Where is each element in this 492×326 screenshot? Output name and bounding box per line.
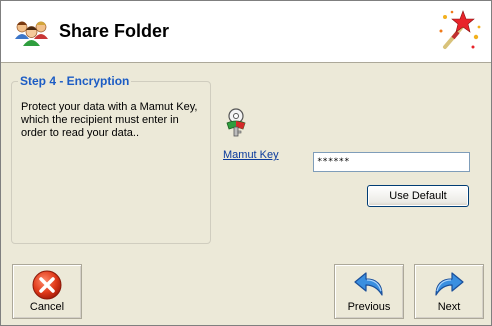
- key-icon: [222, 107, 250, 137]
- wizard-header: Share Folder: [1, 1, 491, 63]
- next-button[interactable]: Next: [414, 264, 484, 319]
- page-title: Share Folder: [59, 21, 170, 41]
- magic-wand-icon: [433, 7, 483, 57]
- mamut-key-link[interactable]: Mamut Key: [223, 149, 279, 161]
- forward-arrow-icon: [432, 269, 466, 301]
- cancel-icon: [30, 269, 64, 301]
- cancel-button[interactable]: Cancel: [12, 264, 82, 319]
- previous-button[interactable]: Previous: [334, 264, 404, 319]
- step-title: Step 4 - Encryption: [18, 74, 132, 88]
- cancel-label: Cancel: [29, 301, 65, 313]
- previous-label: Previous: [347, 301, 391, 313]
- use-default-button[interactable]: Use Default: [367, 185, 469, 207]
- back-arrow-icon: [352, 269, 386, 301]
- users-group-icon: [14, 17, 50, 47]
- share-folder-window: Share Folder Step 4 - Encryption Protect…: [0, 0, 492, 326]
- next-label: Next: [437, 301, 461, 313]
- step-description: Protect your data with a Mamut Key, whic…: [21, 101, 198, 139]
- mamut-key-input[interactable]: ******: [313, 152, 470, 172]
- step-groupbox: Step 4 - Encryption Protect your data wi…: [11, 74, 211, 244]
